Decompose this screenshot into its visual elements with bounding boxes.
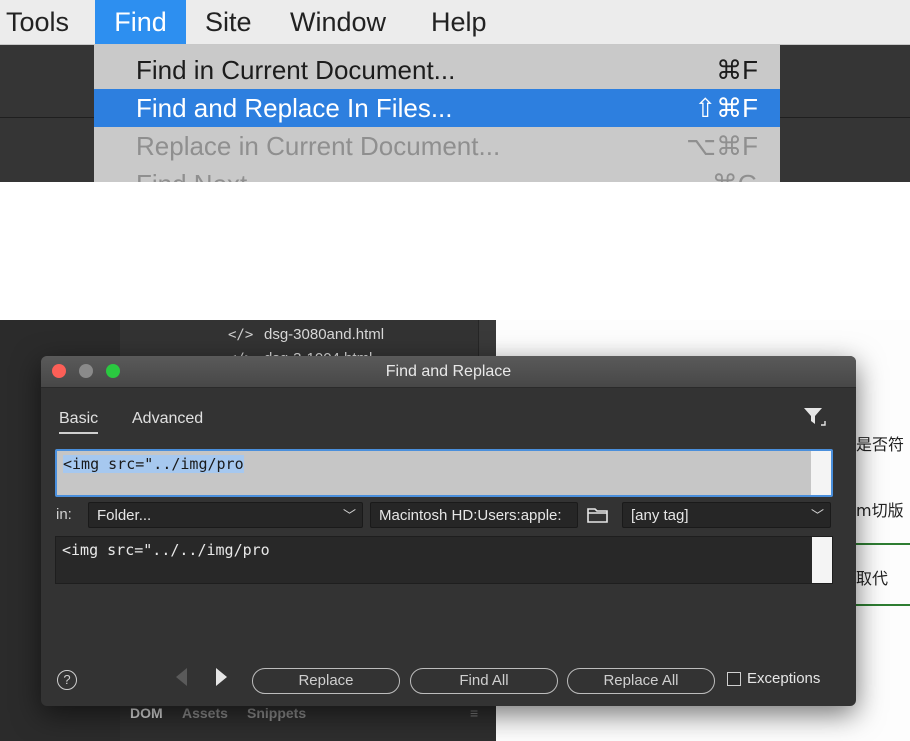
- dialog-title: Find and Replace: [385, 363, 512, 380]
- chevron-down-icon: ﹀: [342, 508, 356, 523]
- page-text: m切版: [856, 501, 904, 520]
- replace-input-scrollbar[interactable]: [812, 537, 832, 583]
- find-input-value: <img src="../img/pro: [63, 455, 244, 473]
- dialog-titlebar[interactable]: Find and Replace: [41, 356, 856, 388]
- previous-arrow-icon[interactable]: [176, 668, 187, 686]
- tag-select-value: [any tag]: [631, 507, 689, 524]
- chevron-down-icon: ﹀: [810, 508, 824, 523]
- menu-item-label: Find Next: [136, 165, 247, 182]
- folder-path-field[interactable]: Macintosh HD:Users:apple:: [370, 502, 578, 528]
- menu-item-shortcut: ⇧⌘F: [694, 93, 758, 123]
- menu-help[interactable]: Help: [431, 0, 487, 44]
- menu-bar: Tools Find Site Window Help: [0, 0, 910, 45]
- menu-item-label: Find and Replace In Files...: [136, 93, 453, 123]
- tab-assets[interactable]: Assets: [182, 705, 228, 721]
- menu-item-find-current[interactable]: Find in Current Document... ⌘F: [94, 51, 780, 89]
- menu-find[interactable]: Find: [95, 0, 186, 44]
- scope-select[interactable]: Folder... ﹀: [88, 502, 363, 528]
- panel-menu-icon[interactable]: ≡: [470, 705, 478, 721]
- menu-item-shortcut: ⌥⌘F: [686, 131, 758, 161]
- tab-dom[interactable]: DOM: [130, 705, 163, 721]
- menu-item-shortcut: ⌘G: [712, 165, 758, 182]
- tab-snippets[interactable]: Snippets: [247, 705, 306, 721]
- file-item[interactable]: </> dsg-3080and.html: [228, 322, 384, 348]
- code-file-icon: </>: [228, 327, 254, 343]
- page-text: 是否符: [856, 435, 905, 454]
- menu-item-label: Find in Current Document...: [136, 55, 456, 85]
- replace-button[interactable]: Replace: [252, 668, 400, 694]
- find-input[interactable]: <img src="../img/pro: [55, 449, 833, 497]
- folder-path-value: Macintosh HD:Users:apple:: [379, 507, 562, 524]
- menu-site[interactable]: Site: [205, 0, 252, 44]
- tab-advanced[interactable]: Advanced: [132, 410, 203, 428]
- find-dropdown-menu: Find in Current Document... ⌘F Find and …: [94, 45, 780, 182]
- page-text: 取代: [856, 569, 889, 588]
- in-label: in:: [56, 506, 72, 523]
- menu-item-label: Replace in Current Document...: [136, 131, 501, 161]
- tag-select[interactable]: [any tag] ﹀: [622, 502, 831, 528]
- exceptions-checkbox[interactable]: [727, 672, 741, 686]
- file-name: dsg-3080and.html: [264, 326, 385, 343]
- exceptions-label: Exceptions: [747, 670, 821, 687]
- menu-item-find-replace-files[interactable]: Find and Replace In Files... ⇧⌘F: [94, 89, 780, 127]
- next-arrow-icon[interactable]: [216, 668, 227, 686]
- menu-item-find-next[interactable]: Find Next ⌘G: [94, 165, 780, 182]
- menu-item-shortcut: ⌘F: [716, 55, 758, 85]
- replace-all-button[interactable]: Replace All: [567, 668, 715, 694]
- menu-tools[interactable]: Tools: [6, 0, 69, 44]
- find-all-button[interactable]: Find All: [410, 668, 558, 694]
- menu-item-replace-current[interactable]: Replace in Current Document... ⌥⌘F: [94, 127, 780, 165]
- replace-input-value: <img src="../../img/pro: [62, 541, 270, 559]
- menu-window[interactable]: Window: [290, 0, 386, 44]
- tab-basic[interactable]: Basic: [59, 410, 99, 434]
- replace-input[interactable]: <img src="../../img/pro: [55, 536, 833, 584]
- help-button[interactable]: ?: [57, 670, 77, 690]
- find-replace-dialog: Find and Replace Basic Advanced <img src…: [41, 356, 856, 706]
- filter-icon[interactable]: [803, 406, 827, 428]
- scope-select-value: Folder...: [97, 507, 152, 524]
- green-rule: [856, 604, 910, 606]
- folder-icon[interactable]: [587, 505, 609, 525]
- find-input-scrollbar[interactable]: [811, 451, 831, 495]
- panel-tabs: DOM Assets Snippets ≡: [120, 700, 496, 741]
- green-rule: [856, 543, 910, 545]
